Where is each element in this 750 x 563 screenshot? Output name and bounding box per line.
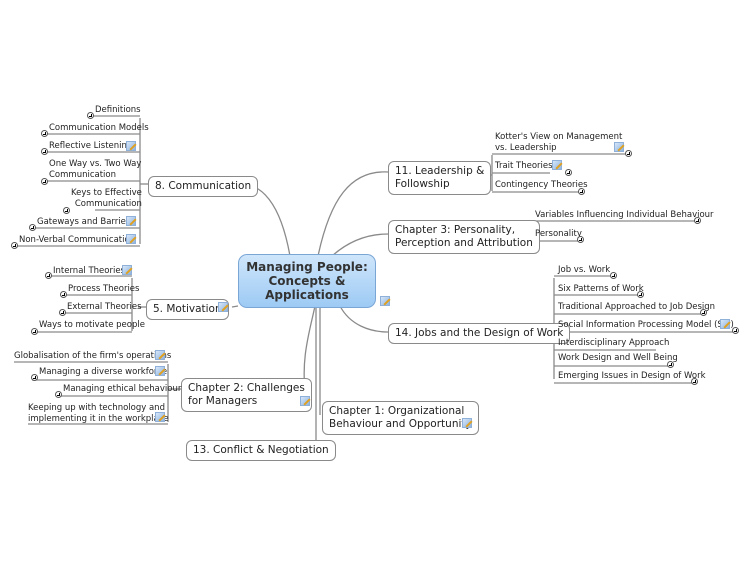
- expand-plus-icon[interactable]: [577, 236, 584, 243]
- expand-plus-icon[interactable]: [45, 272, 52, 279]
- expand-plus-icon[interactable]: [63, 207, 70, 214]
- central-line-3: Applications: [265, 288, 349, 302]
- topic-line: Chapter 1: Organizational: [329, 405, 465, 417]
- leaf-trait-theories[interactable]: Trait Theories: [495, 161, 553, 172]
- topic-jobs[interactable]: 14. Jobs and the Design of Work: [388, 323, 571, 344]
- note-pencil-icon[interactable]: [122, 265, 132, 275]
- topic-communication[interactable]: 8. Communication: [148, 176, 259, 197]
- leaf-traditional[interactable]: Traditional Approached to Job Design: [558, 302, 715, 313]
- expand-plus-icon[interactable]: [732, 327, 739, 334]
- expand-plus-icon[interactable]: [700, 309, 707, 316]
- leaf-reflective-listening[interactable]: Reflective Listening: [49, 141, 132, 152]
- topic-line: Chapter 3: Personality,: [395, 224, 516, 236]
- topic-line: Chapter 2: Challenges: [188, 382, 305, 394]
- topic-label: 14. Jobs and the Design of Work: [395, 327, 564, 339]
- leaf-kotter[interactable]: Kotter's View on Management vs. Leadershi…: [495, 132, 622, 153]
- expand-plus-icon[interactable]: [11, 242, 18, 249]
- topic-conflict[interactable]: 13. Conflict & Negotiation: [186, 440, 336, 461]
- expand-plus-icon[interactable]: [59, 309, 66, 316]
- note-pencil-icon[interactable]: [155, 412, 165, 422]
- expand-plus-icon[interactable]: [691, 378, 698, 385]
- leaf-personality[interactable]: Personality: [535, 229, 582, 240]
- note-pencil-icon[interactable]: [614, 142, 624, 152]
- topic-line: 11. Leadership &: [395, 165, 485, 177]
- note-pencil-icon[interactable]: [155, 366, 165, 376]
- expand-plus-icon[interactable]: [565, 169, 572, 176]
- expand-plus-icon[interactable]: [41, 130, 48, 137]
- topic-label: 13. Conflict & Negotiation: [193, 444, 329, 456]
- leaf-six-patterns[interactable]: Six Patterns of Work: [558, 284, 644, 295]
- leaf-ethical-behaviour[interactable]: Managing ethical behaviour: [63, 384, 181, 395]
- leaf-definitions[interactable]: Definitions: [95, 105, 141, 116]
- leaf-gateways-barriers[interactable]: Gateways and Barriers: [37, 217, 134, 228]
- note-pencil-icon[interactable]: [126, 216, 136, 226]
- expand-plus-icon[interactable]: [60, 291, 67, 298]
- expand-plus-icon[interactable]: [31, 374, 38, 381]
- note-pencil-icon[interactable]: [552, 160, 562, 170]
- expand-plus-icon[interactable]: [610, 272, 617, 279]
- leaf-line: implementing it in the workplace: [28, 413, 169, 424]
- note-pencil-icon[interactable]: [720, 319, 730, 329]
- expand-plus-icon[interactable]: [55, 391, 62, 398]
- leaf-well-being[interactable]: Work Design and Well Being: [558, 353, 678, 364]
- leaf-line: Communication: [74, 198, 142, 209]
- expand-plus-icon[interactable]: [41, 178, 48, 185]
- topic-line: for Managers: [188, 395, 258, 407]
- leaf-interdisciplinary[interactable]: Interdisciplinary Approach: [558, 338, 669, 349]
- leaf-line: vs. Leadership: [495, 142, 557, 153]
- leaf-contingency[interactable]: Contingency Theories: [495, 180, 588, 191]
- leaf-external-theories[interactable]: External Theories: [67, 302, 142, 313]
- topic-line: Perception and Attribution: [395, 237, 533, 249]
- leaf-line: Keeping up with technology and: [28, 403, 165, 413]
- central-line-1: Managing People:: [246, 260, 368, 274]
- expand-plus-icon[interactable]: [578, 188, 585, 195]
- leaf-non-verbal[interactable]: Non-Verbal Communication: [19, 235, 135, 246]
- note-pencil-icon[interactable]: [380, 296, 390, 306]
- topic-chapter1[interactable]: Chapter 1: Organizational Behaviour and O…: [322, 401, 479, 435]
- expand-plus-icon[interactable]: [625, 150, 632, 157]
- central-topic[interactable]: Managing People: Concepts & Applications: [238, 254, 376, 308]
- leaf-job-vs-work[interactable]: Job vs. Work: [558, 265, 610, 276]
- leaf-sip[interactable]: Social Information Processing Model (SIP…: [558, 320, 734, 331]
- leaf-line: Keys to Effective: [71, 188, 142, 198]
- leaf-diverse-workforce[interactable]: Managing a diverse workforce: [39, 367, 167, 378]
- expand-plus-icon[interactable]: [29, 224, 36, 231]
- expand-plus-icon[interactable]: [667, 361, 674, 368]
- leaf-communication-models[interactable]: Communication Models: [49, 123, 149, 134]
- note-pencil-icon[interactable]: [126, 234, 136, 244]
- expand-plus-icon[interactable]: [41, 148, 48, 155]
- topic-label: 8. Communication: [155, 180, 252, 192]
- leaf-line: Kotter's View on Management: [495, 132, 623, 142]
- note-pencil-icon[interactable]: [300, 396, 310, 406]
- leaf-keys-effective[interactable]: Keys to Effective Communication: [71, 188, 142, 209]
- leaf-line: One Way vs. Two Way: [49, 159, 142, 169]
- expand-plus-icon[interactable]: [637, 291, 644, 298]
- topic-leadership[interactable]: 11. Leadership & Followship: [388, 161, 492, 195]
- expand-plus-icon[interactable]: [31, 328, 38, 335]
- central-line-2: Concepts &: [268, 274, 346, 288]
- leaf-line: Communication: [49, 169, 116, 180]
- expand-plus-icon[interactable]: [87, 112, 94, 119]
- leaf-technology[interactable]: Keeping up with technology and implementi…: [28, 403, 169, 424]
- topic-line: Behaviour and Opportunity: [329, 418, 472, 430]
- topic-label: 5. Motivation: [153, 303, 222, 315]
- note-pencil-icon[interactable]: [462, 418, 472, 428]
- note-pencil-icon[interactable]: [155, 350, 165, 360]
- leaf-process-theories[interactable]: Process Theories: [68, 284, 139, 295]
- topic-personality[interactable]: Chapter 3: Personality, Perception and At…: [388, 220, 540, 254]
- leaf-emerging-issues[interactable]: Emerging Issues in Design of Work: [558, 371, 706, 382]
- note-pencil-icon[interactable]: [218, 302, 228, 312]
- topic-challenges[interactable]: Chapter 2: Challenges for Managers: [181, 378, 312, 412]
- leaf-ways-motivate[interactable]: Ways to motivate people: [39, 320, 145, 331]
- topic-motivation[interactable]: 5. Motivation: [146, 299, 229, 320]
- leaf-globalisation[interactable]: Globalisation of the firm's operations: [14, 351, 171, 362]
- leaf-variables[interactable]: Variables Influencing Individual Behavio…: [535, 210, 714, 221]
- note-pencil-icon[interactable]: [126, 141, 136, 151]
- topic-line: Followship: [395, 178, 450, 190]
- expand-plus-icon[interactable]: [694, 217, 701, 224]
- leaf-internal-theories[interactable]: Internal Theories: [53, 266, 125, 277]
- leaf-one-way-two-way[interactable]: One Way vs. Two Way Communication: [49, 159, 141, 180]
